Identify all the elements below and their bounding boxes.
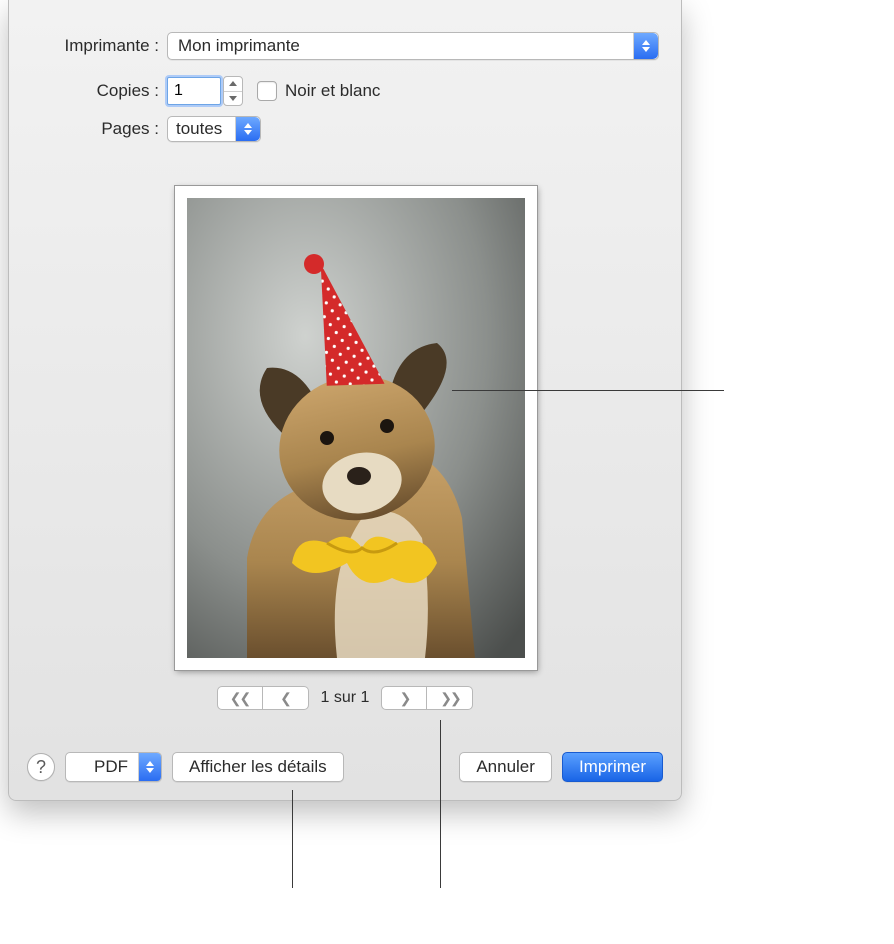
preview-image	[187, 198, 525, 658]
first-page-button[interactable]: ❮❮	[217, 686, 263, 710]
print-preview	[175, 186, 537, 670]
bw-label: Noir et blanc	[285, 81, 380, 101]
chevron-double-left-icon: ❮❮	[230, 690, 249, 707]
callout-line-details	[292, 790, 293, 888]
page-status: 1 sur 1	[321, 689, 370, 707]
pages-select[interactable]: toutes	[167, 116, 261, 142]
stepper-up-icon[interactable]	[224, 77, 242, 92]
printer-selected: Mon imprimante	[168, 36, 633, 56]
pdf-menu-button[interactable]: PDF	[65, 752, 162, 782]
chevron-left-icon: ❮	[280, 690, 290, 707]
chevron-updown-icon	[235, 117, 260, 141]
printer-select[interactable]: Mon imprimante	[167, 32, 659, 60]
cancel-button[interactable]: Annuler	[459, 752, 552, 782]
callout-line-preview	[452, 390, 724, 391]
prev-page-button[interactable]: ❮	[263, 686, 309, 710]
help-button[interactable]: ?	[27, 753, 55, 781]
callout-line-next	[440, 720, 441, 888]
help-icon: ?	[36, 757, 46, 778]
chevron-updown-icon	[138, 753, 161, 781]
show-details-label: Afficher les détails	[189, 757, 327, 777]
print-button[interactable]: Imprimer	[562, 752, 663, 782]
printer-label: Imprimante :	[9, 36, 167, 56]
pages-selected: toutes	[168, 119, 235, 139]
copies-label: Copies :	[9, 81, 167, 101]
bw-checkbox[interactable]	[257, 81, 277, 101]
pages-label: Pages :	[9, 119, 167, 139]
show-details-button[interactable]: Afficher les détails	[172, 752, 344, 782]
copies-input[interactable]	[167, 77, 221, 105]
chevron-double-right-icon: ❯❯	[440, 690, 459, 707]
copies-stepper[interactable]	[223, 76, 243, 106]
last-page-button[interactable]: ❯❯	[427, 686, 473, 710]
dialog-footer: ? PDF Afficher les détails Annuler Impri…	[9, 752, 681, 782]
pdf-label: PDF	[82, 753, 138, 781]
chevron-right-icon: ❯	[400, 690, 410, 707]
next-page-button[interactable]: ❯	[381, 686, 427, 710]
page-navigator: ❮❮ ❮ 1 sur 1 ❯ ❯❯	[9, 686, 681, 710]
chevron-updown-icon	[633, 33, 658, 59]
print-dialog: Imprimante : Mon imprimante Copies : Noi…	[8, 0, 682, 801]
print-label: Imprimer	[579, 757, 646, 777]
stepper-down-icon[interactable]	[224, 92, 242, 106]
cancel-label: Annuler	[476, 757, 535, 777]
